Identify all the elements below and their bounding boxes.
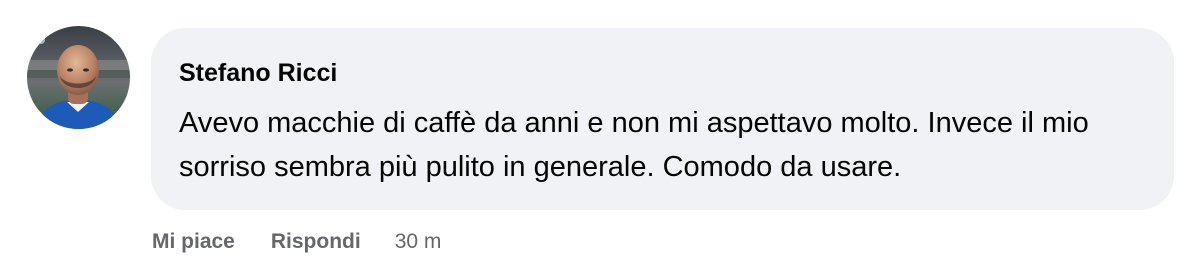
reply-button[interactable]: Rispondi (271, 230, 361, 254)
profile-photo-icon (27, 26, 130, 129)
like-button[interactable]: Mi piace (152, 230, 235, 254)
comment-text: Avevo macchie di caffè da anni e non mi … (179, 107, 1089, 183)
comment-actions: Mi piace Rispondi 30 m (152, 226, 441, 258)
avatar[interactable] (27, 26, 130, 129)
author-name[interactable]: Stefano Ricci (179, 56, 337, 90)
timestamp[interactable]: 30 m (395, 230, 442, 254)
comment: Stefano Ricci Avevo macchie di caffè da … (0, 0, 1200, 280)
